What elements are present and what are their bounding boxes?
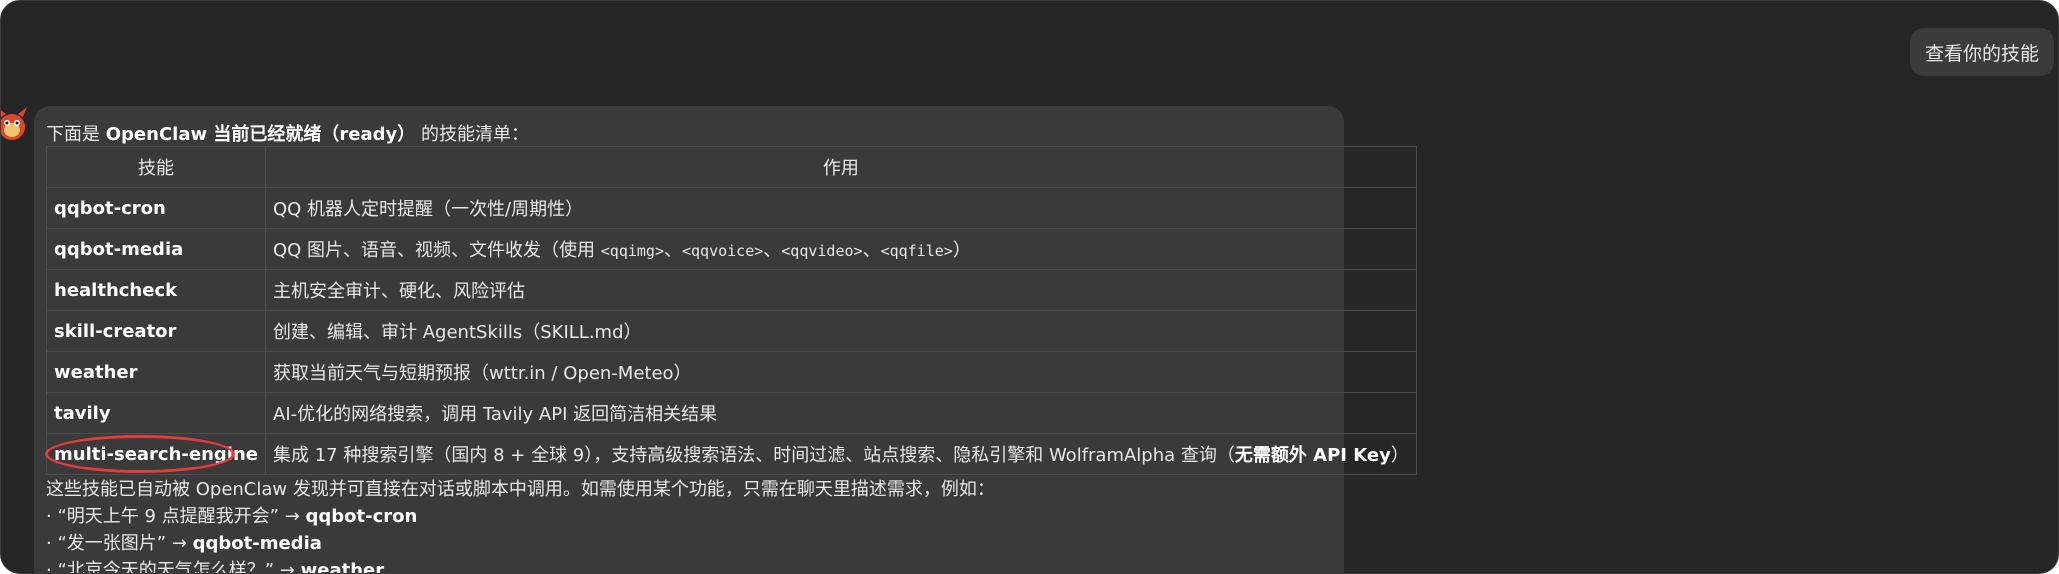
outro-line: 这些技能已自动被 OpenClaw 发现并可直接在对话或脚本中调用。如需使用某个… bbox=[46, 479, 995, 500]
skill-name: tavily bbox=[46, 392, 266, 434]
table-row: healthcheck 主机安全审计、硬化、风险评估 bbox=[46, 269, 1417, 311]
header-skill: 技能 bbox=[46, 146, 266, 188]
skill-desc: 主机安全审计、硬化、风险评估 bbox=[265, 269, 1417, 311]
desc-suffix: ） bbox=[952, 240, 971, 261]
separator: 、 bbox=[763, 240, 782, 261]
skill-desc: QQ 图片、语音、视频、文件收发（使用 <qqimg>、<qqvoice>、<q… bbox=[265, 228, 1417, 270]
skills-table: 技能 作用 qqbot-cron QQ 机器人定时提醒（一次性/周期性） qqb… bbox=[45, 146, 1417, 475]
desc-strong: 无需额外 API Key bbox=[1234, 445, 1391, 466]
table-row: weather 获取当前天气与短期预报（wttr.in / Open-Meteo… bbox=[46, 351, 1417, 393]
code-tag: <qqvideo> bbox=[781, 242, 863, 260]
skill-desc: 创建、编辑、审计 AgentSkills（SKILL.md） bbox=[265, 310, 1417, 352]
separator: 、 bbox=[664, 240, 682, 261]
skill-desc: 获取当前天气与短期预报（wttr.in / Open-Meteo） bbox=[265, 351, 1417, 393]
table-row: tavily AI-优化的网络搜索，调用 Tavily API 返回简洁相关结果 bbox=[46, 392, 1417, 434]
skill-name: weather bbox=[46, 351, 266, 393]
skill-name: healthcheck bbox=[46, 269, 266, 311]
skill-desc: QQ 机器人定时提醒（一次性/周期性） bbox=[265, 187, 1417, 229]
table-row: skill-creator 创建、编辑、审计 AgentSkills（SKILL… bbox=[46, 310, 1417, 352]
outro-text: 这些技能已自动被 OpenClaw 发现并可直接在对话或脚本中调用。如需使用某个… bbox=[46, 476, 995, 574]
example-item: · “北京今天的天气怎么样？” → weather bbox=[46, 557, 995, 574]
chat-window: 查看你的技能 下面是 OpenClaw 当前已经就绪（ready） 的技能清单：… bbox=[0, 0, 2059, 574]
bot-avatar-icon bbox=[1, 107, 27, 140]
example-quote: · “明天上午 9 点提醒我开会” → bbox=[46, 506, 306, 527]
example-quote: · “北京今天的天气怎么样？” → bbox=[46, 560, 301, 574]
example-skill: qqbot-media bbox=[192, 533, 322, 554]
separator: 、 bbox=[862, 240, 881, 261]
example-item: · “明天上午 9 点提醒我开会” → qqbot-cron bbox=[46, 503, 995, 530]
code-tag: <qqvoice> bbox=[682, 242, 764, 260]
intro-bold: OpenClaw 当前已经就绪（ready） bbox=[105, 124, 416, 145]
table-header-row: 技能 作用 bbox=[46, 146, 1417, 188]
table-row: multi-search-engine 集成 17 种搜索引擎（国内 8 + 全… bbox=[45, 433, 1417, 475]
skill-name: qqbot-cron bbox=[46, 187, 266, 229]
code-tag: <qqfile> bbox=[880, 242, 953, 260]
intro-text: 下面是 OpenClaw 当前已经就绪（ready） 的技能清单： bbox=[46, 120, 529, 146]
example-skill: qqbot-cron bbox=[305, 506, 418, 527]
user-message-bubble: 查看你的技能 bbox=[1909, 28, 2054, 76]
intro-suffix: 的技能清单： bbox=[415, 124, 529, 145]
code-tag: <qqimg> bbox=[600, 242, 664, 260]
example-quote: · “发一张图片” → bbox=[46, 533, 193, 554]
desc-prefix: QQ 图片、语音、视频、文件收发（使用 bbox=[273, 240, 601, 261]
assistant-message-bubble: 下面是 OpenClaw 当前已经就绪（ready） 的技能清单： 技能 作用 … bbox=[34, 106, 1417, 574]
table-row: qqbot-media QQ 图片、语音、视频、文件收发（使用 <qqimg>、… bbox=[46, 228, 1417, 270]
skill-desc: AI-优化的网络搜索，调用 Tavily API 返回简洁相关结果 bbox=[265, 392, 1417, 434]
example-skill: weather bbox=[300, 560, 385, 574]
table-row: qqbot-cron QQ 机器人定时提醒（一次性/周期性） bbox=[46, 187, 1417, 229]
skill-name-wrap: multi-search-engine bbox=[45, 434, 258, 473]
skill-name: skill-creator bbox=[46, 310, 266, 352]
skill-name: qqbot-media bbox=[46, 228, 266, 270]
skill-name: multi-search-engine bbox=[54, 443, 258, 465]
skill-desc: 集成 17 种搜索引擎（国内 8 + 全球 9），支持高级搜索语法、时间过滤、站… bbox=[265, 433, 1417, 475]
desc-prefix: 集成 17 种搜索引擎（国内 8 + 全球 9），支持高级搜索语法、时间过滤、站… bbox=[273, 445, 1235, 466]
example-item: · “发一张图片” → qqbot-media bbox=[46, 530, 995, 557]
desc-suffix: ） bbox=[1390, 445, 1409, 466]
header-purpose: 作用 bbox=[265, 146, 1417, 188]
skill-name-cell: multi-search-engine bbox=[45, 433, 266, 475]
user-message-text: 查看你的技能 bbox=[1924, 42, 2039, 65]
intro-prefix: 下面是 bbox=[46, 124, 106, 145]
